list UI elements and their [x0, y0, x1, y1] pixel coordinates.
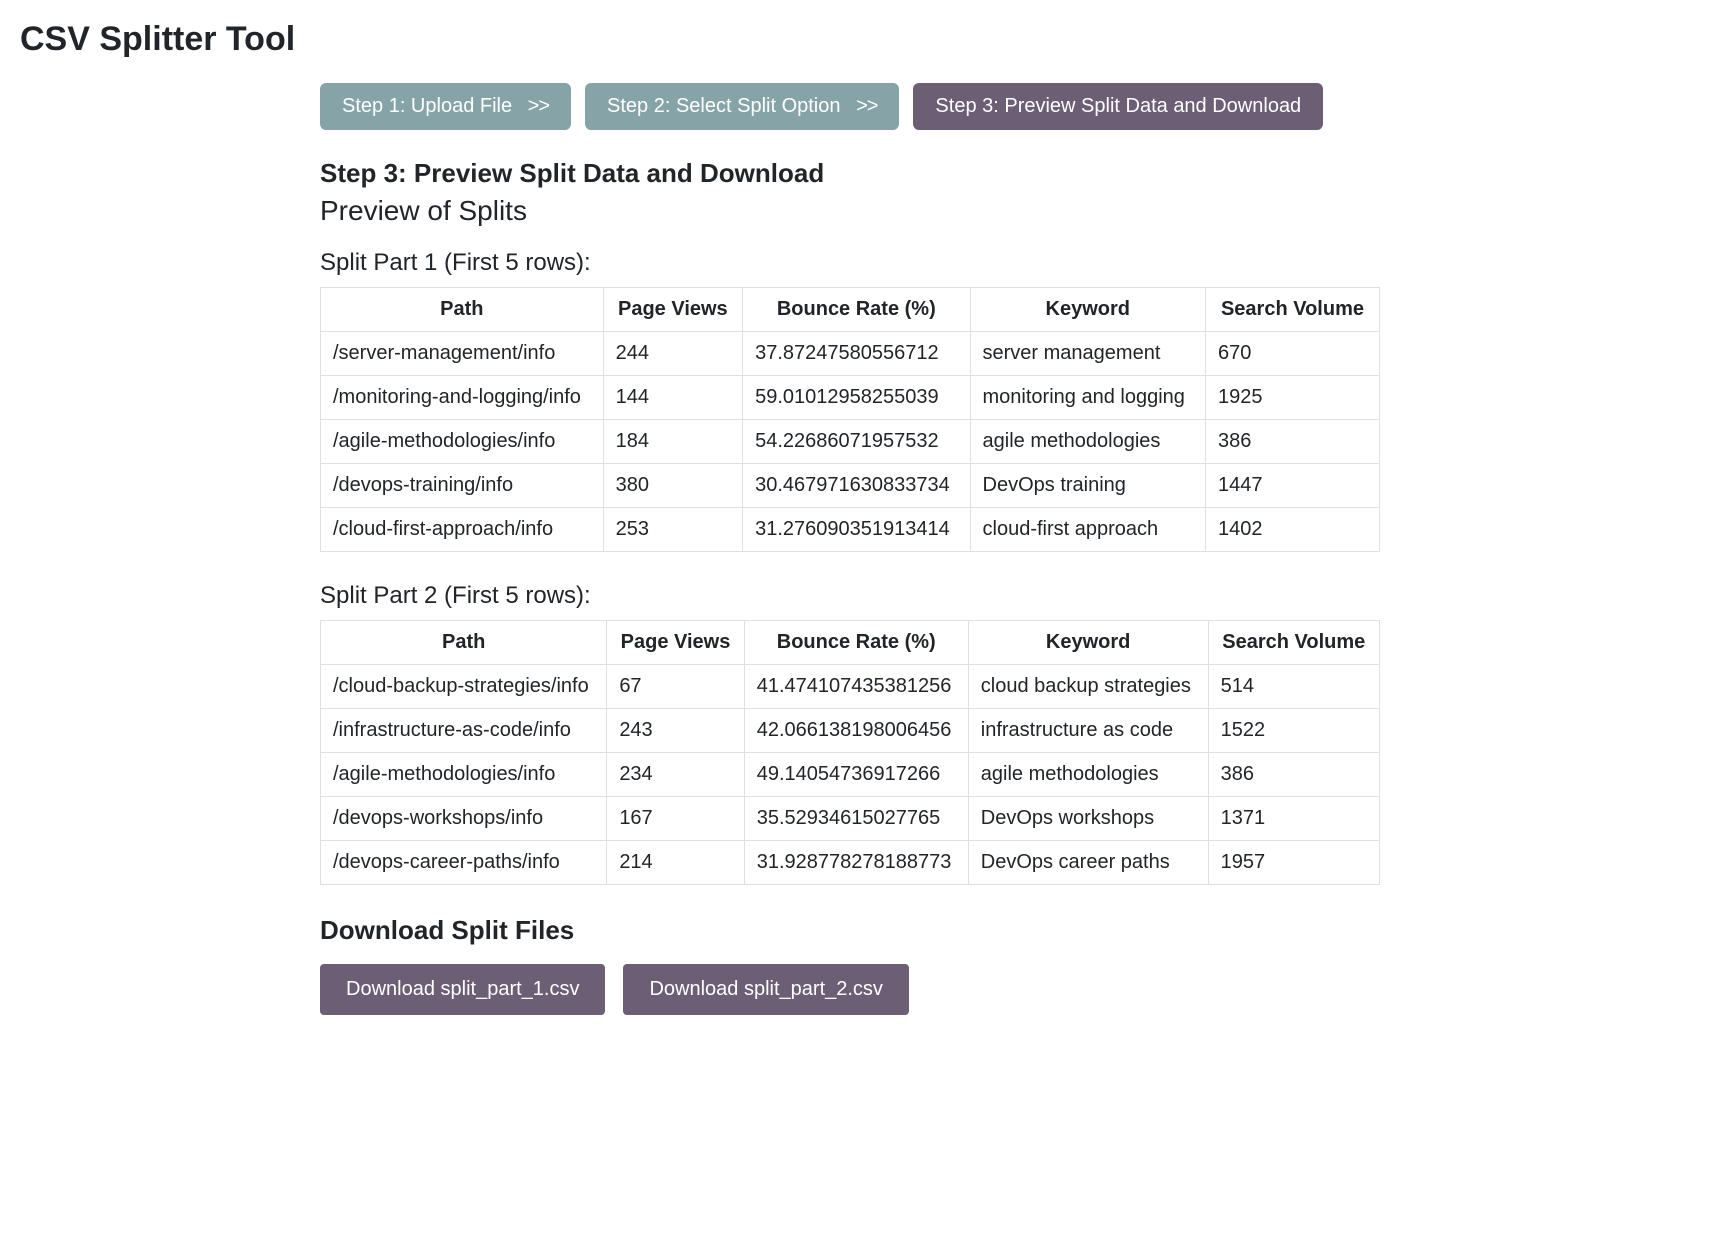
table-row: /devops-workshops/info16735.529346150277… — [321, 797, 1380, 841]
table-cell: 37.87247580556712 — [743, 332, 970, 376]
table-cell: 167 — [607, 797, 744, 841]
table-header: Bounce Rate (%) — [744, 621, 968, 665]
table-cell: 31.276090351913414 — [743, 508, 970, 552]
table-cell: infrastructure as code — [968, 709, 1208, 753]
table-cell: cloud backup strategies — [968, 665, 1208, 709]
table-row: /server-management/info24437.87247580556… — [321, 332, 1380, 376]
split-part-2-heading: Split Part 2 (First 5 rows): — [320, 582, 1380, 610]
page-title: CSV Splitter Tool — [20, 20, 1716, 59]
table-cell: cloud-first approach — [970, 508, 1205, 552]
table-cell: 386 — [1208, 753, 1379, 797]
table-cell: 31.928778278188773 — [744, 841, 968, 885]
table-header: Keyword — [970, 288, 1205, 332]
step-2-tab[interactable]: Step 2: Select Split Option >> — [585, 83, 899, 130]
table-cell: /devops-workshops/info — [321, 797, 607, 841]
table-row: /monitoring-and-logging/info14459.010129… — [321, 376, 1380, 420]
step-1-label: Step 1: Upload File — [342, 95, 512, 117]
table-cell: agile methodologies — [968, 753, 1208, 797]
download-heading: Download Split Files — [320, 915, 1380, 946]
table-cell: 41.474107435381256 — [744, 665, 968, 709]
table-cell: 1447 — [1205, 464, 1379, 508]
table-cell: server management — [970, 332, 1205, 376]
table-cell: /agile-methodologies/info — [321, 420, 604, 464]
download-split-2-button[interactable]: Download split_part_2.csv — [623, 964, 908, 1015]
table-cell: 253 — [603, 508, 742, 552]
table-cell: 1402 — [1205, 508, 1379, 552]
table-cell: /devops-career-paths/info — [321, 841, 607, 885]
step-tabs: Step 1: Upload File >> Step 2: Select Sp… — [320, 83, 1380, 130]
download-buttons: Download split_part_1.csv Download split… — [320, 964, 1380, 1015]
table-cell: /agile-methodologies/info — [321, 753, 607, 797]
split-part-1-table: PathPage ViewsBounce Rate (%)KeywordSear… — [320, 287, 1380, 552]
table-cell: 144 — [603, 376, 742, 420]
table-cell: 54.22686071957532 — [743, 420, 970, 464]
table-cell: 214 — [607, 841, 744, 885]
split-part-2-table: PathPage ViewsBounce Rate (%)KeywordSear… — [320, 620, 1380, 885]
table-cell: 514 — [1208, 665, 1379, 709]
table-header: Path — [321, 621, 607, 665]
table-header: Search Volume — [1208, 621, 1379, 665]
table-row: /devops-career-paths/info21431.928778278… — [321, 841, 1380, 885]
table-cell: /server-management/info — [321, 332, 604, 376]
step-3-label: Step 3: Preview Split Data and Download — [935, 95, 1301, 117]
step-2-label: Step 2: Select Split Option — [607, 95, 840, 117]
table-row: /infrastructure-as-code/info24342.066138… — [321, 709, 1380, 753]
table-header: Keyword — [968, 621, 1208, 665]
table-header: Search Volume — [1205, 288, 1379, 332]
table-cell: 1925 — [1205, 376, 1379, 420]
table-cell: 670 — [1205, 332, 1379, 376]
table-cell: 184 — [603, 420, 742, 464]
table-cell: 386 — [1205, 420, 1379, 464]
table-cell: 1957 — [1208, 841, 1379, 885]
table-cell: 380 — [603, 464, 742, 508]
table-row: /cloud-first-approach/info25331.27609035… — [321, 508, 1380, 552]
table-cell: /cloud-first-approach/info — [321, 508, 604, 552]
table-cell: DevOps workshops — [968, 797, 1208, 841]
split-part-1-heading: Split Part 1 (First 5 rows): — [320, 249, 1380, 277]
table-cell: 67 — [607, 665, 744, 709]
table-row: /agile-methodologies/info18454.226860719… — [321, 420, 1380, 464]
table-cell: 1522 — [1208, 709, 1379, 753]
preview-heading: Preview of Splits — [320, 195, 1380, 227]
table-cell: 42.066138198006456 — [744, 709, 968, 753]
table-header: Path — [321, 288, 604, 332]
table-cell: /cloud-backup-strategies/info — [321, 665, 607, 709]
table-cell: 1371 — [1208, 797, 1379, 841]
table-header: Bounce Rate (%) — [743, 288, 970, 332]
table-cell: 244 — [603, 332, 742, 376]
chevron-right-icon: >> — [856, 95, 877, 117]
table-header: Page Views — [603, 288, 742, 332]
table-cell: 234 — [607, 753, 744, 797]
table-cell: 35.52934615027765 — [744, 797, 968, 841]
table-header: Page Views — [607, 621, 744, 665]
table-cell: /devops-training/info — [321, 464, 604, 508]
current-step-title: Step 3: Preview Split Data and Download — [320, 158, 1380, 189]
table-cell: 30.467971630833734 — [743, 464, 970, 508]
table-cell: 59.01012958255039 — [743, 376, 970, 420]
table-cell: 243 — [607, 709, 744, 753]
chevron-right-icon: >> — [528, 95, 549, 117]
step-3-tab[interactable]: Step 3: Preview Split Data and Download — [913, 83, 1323, 130]
table-row: /cloud-backup-strategies/info6741.474107… — [321, 665, 1380, 709]
step-1-tab[interactable]: Step 1: Upload File >> — [320, 83, 571, 130]
table-cell: 49.14054736917266 — [744, 753, 968, 797]
table-row: /agile-methodologies/info23449.140547369… — [321, 753, 1380, 797]
table-cell: monitoring and logging — [970, 376, 1205, 420]
table-cell: DevOps career paths — [968, 841, 1208, 885]
table-cell: DevOps training — [970, 464, 1205, 508]
table-cell: /monitoring-and-logging/info — [321, 376, 604, 420]
table-cell: /infrastructure-as-code/info — [321, 709, 607, 753]
table-cell: agile methodologies — [970, 420, 1205, 464]
table-row: /devops-training/info38030.4679716308337… — [321, 464, 1380, 508]
download-split-1-button[interactable]: Download split_part_1.csv — [320, 964, 605, 1015]
